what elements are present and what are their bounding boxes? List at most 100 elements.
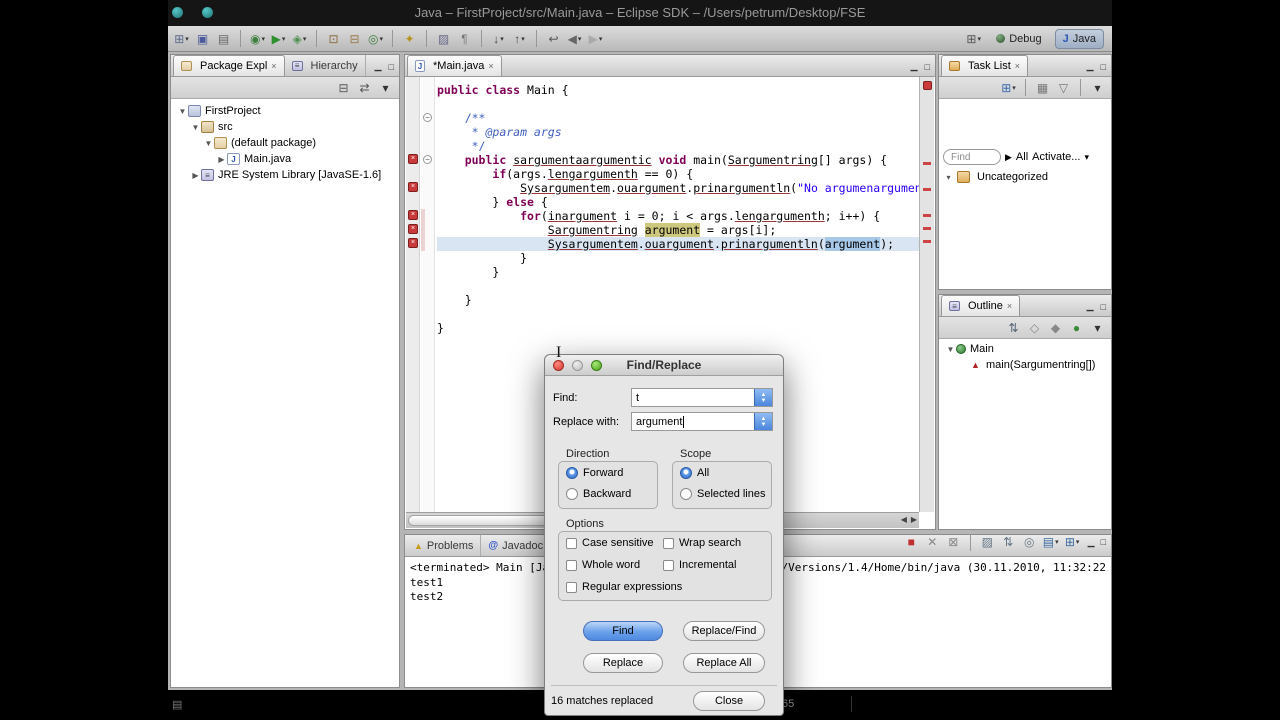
console-select-icon[interactable]: ▤ ▾ [1041,532,1061,552]
code-line[interactable]: } [437,251,919,265]
task-filter-all[interactable]: All [1016,151,1028,163]
maximize-icon[interactable]: □ [389,62,394,72]
code-line[interactable]: Sysargumentem.ouargument.prinargumentln(… [437,181,919,195]
code-line[interactable]: Sysargumentem.ouargument.prinargumentln(… [437,237,919,251]
back-icon[interactable]: ◀ ▾ [565,29,584,49]
code-line[interactable]: /** [437,111,919,125]
tab-problems[interactable]: ▲ Problems [407,535,482,556]
radio-forward[interactable]: Forward [566,467,623,479]
code-line[interactable]: } [437,265,919,279]
code-line[interactable]: if(args.lengargumenth == 0) { [437,167,919,181]
checkbox-incremental[interactable]: Incremental [663,559,736,571]
tab-hierarchy[interactable]: Hierarchy [285,55,366,76]
last-edit-icon[interactable]: ↩ [544,29,563,49]
expander-icon[interactable]: ▼ [177,107,188,116]
minimize-icon[interactable]: ▁ [1088,537,1095,548]
close-icon[interactable]: × [488,61,493,71]
replace-find-button[interactable]: Replace/Find [683,621,765,641]
expander-icon[interactable]: ▼ [945,345,956,354]
dialog-minimize-button[interactable] [572,360,583,371]
next-annotation-icon[interactable]: ↓ ▾ [489,29,508,49]
replace-input[interactable]: argument ▲ ▼ [631,412,773,431]
prev-annotation-icon[interactable]: ↑ ▾ [510,29,529,49]
overview-error-tick[interactable] [923,240,931,243]
hide-static-icon[interactable]: ◆ [1046,318,1065,338]
code-line[interactable] [437,97,919,111]
tab-outline[interactable]: Outline × [941,295,1021,316]
hide-nonpublic-icon[interactable]: ● [1067,318,1086,338]
error-marker-icon[interactable]: × [408,182,418,192]
pin-console-icon[interactable]: ◎ [1020,532,1039,552]
tab-javadoc[interactable]: @ Javadoc [481,535,552,556]
code-line[interactable]: for(inargument i = 0; i < args.lengargum… [437,209,919,223]
external-tools-icon[interactable]: ◈ ▾ [290,29,309,49]
sort-icon[interactable]: ⇅ [1004,318,1023,338]
radio-all[interactable]: All [680,467,709,479]
expander-icon[interactable]: ▼ [190,123,201,132]
code-line[interactable]: public class Main { [437,83,919,97]
clear-console-icon[interactable]: ▨ [978,532,997,552]
fold-collapse-icon[interactable]: − [423,113,432,122]
replace-dropdown-icon[interactable]: ▲ ▼ [754,413,772,430]
new-package-icon[interactable]: ⊟ [345,29,364,49]
minimize-icon[interactable]: ▁ [1087,61,1094,72]
code-line[interactable]: } [437,293,919,307]
code-line[interactable]: Sargumentring argument = args[i]; [437,223,919,237]
minimize-icon[interactable]: ▁ [1087,301,1094,312]
new-task-icon[interactable]: ⊞ ▾ [999,78,1018,98]
terminate-icon[interactable]: ■ [902,532,921,552]
filter-icon[interactable]: ▽ [1054,78,1073,98]
code-line[interactable]: */ [437,139,919,153]
scroll-left-icon[interactable]: ◀ [901,515,907,524]
remove-launch-icon[interactable]: ✕ [923,532,942,552]
overview-error-tick[interactable] [923,162,931,165]
checkbox-whole-word[interactable]: Whole word [566,559,640,571]
find-input[interactable]: t ▲ ▼ [631,388,773,407]
perspective-debug[interactable]: Debug [989,29,1048,49]
error-marker-icon[interactable]: × [408,224,418,234]
search-icon[interactable]: ✦ [400,29,419,49]
overview-ruler[interactable] [919,77,934,512]
maximize-icon[interactable]: □ [1101,302,1106,312]
open-perspective-icon[interactable]: ⊞ ▾ [964,29,983,49]
task-activate-link[interactable]: Activate... [1032,151,1080,163]
run-icon[interactable]: ▶ ▾ [269,29,288,49]
maximize-icon[interactable]: □ [1101,62,1106,72]
dialog-zoom-button[interactable] [591,360,602,371]
scroll-right-icon[interactable]: ▶ [911,515,917,524]
dialog-titlebar[interactable]: Find/Replace [545,355,783,376]
view-menu-icon[interactable]: ▾ [1088,78,1107,98]
radio-selected-lines[interactable]: Selected lines [680,488,766,500]
replace-button[interactable]: Replace [583,653,663,673]
save-icon[interactable]: ▣ [193,29,212,49]
close-icon[interactable]: × [1015,61,1020,71]
overview-error-tick[interactable] [923,227,931,230]
minimize-icon[interactable]: ▁ [911,61,918,72]
expander-icon[interactable]: ▼ [203,139,214,148]
debug-icon[interactable]: ◉ ▾ [248,29,267,49]
code-line[interactable]: } [437,321,919,335]
find-dropdown-icon[interactable]: ▲ ▼ [754,389,772,406]
checkbox-wrap-search[interactable]: Wrap search [663,537,741,549]
overview-error-tick[interactable] [923,214,931,217]
code-line[interactable]: public sargumentaargumentic void main(Sa… [437,153,919,167]
replace-all-button[interactable]: Replace All [683,653,765,673]
code-line[interactable] [437,307,919,321]
tree-item[interactable]: ▼ (default package) [171,135,399,151]
forward-icon[interactable]: ▶ ▾ [586,29,605,49]
show-whitespace-icon[interactable]: ¶ [455,29,474,49]
maximize-icon[interactable]: □ [1101,537,1106,547]
new-java-project-icon[interactable]: ⊡ [324,29,343,49]
scroll-lock-icon[interactable]: ⇅ [999,532,1018,552]
error-marker-icon[interactable]: × [408,238,418,248]
close-button[interactable]: Close [693,691,765,711]
remove-all-launches-icon[interactable]: ⊠ [944,532,963,552]
minimize-icon[interactable]: ▁ [375,61,382,72]
fast-view-icon[interactable]: ▤ [172,698,182,711]
task-find-input[interactable]: Find [943,149,1001,165]
close-icon[interactable]: × [271,61,276,71]
new-class-icon[interactable]: ◎ ▾ [366,29,385,49]
fold-collapse-icon[interactable]: − [423,155,432,164]
tab-main-java[interactable]: *Main.java × [407,55,502,76]
mark-occurrences-icon[interactable]: ▨ [434,29,453,49]
